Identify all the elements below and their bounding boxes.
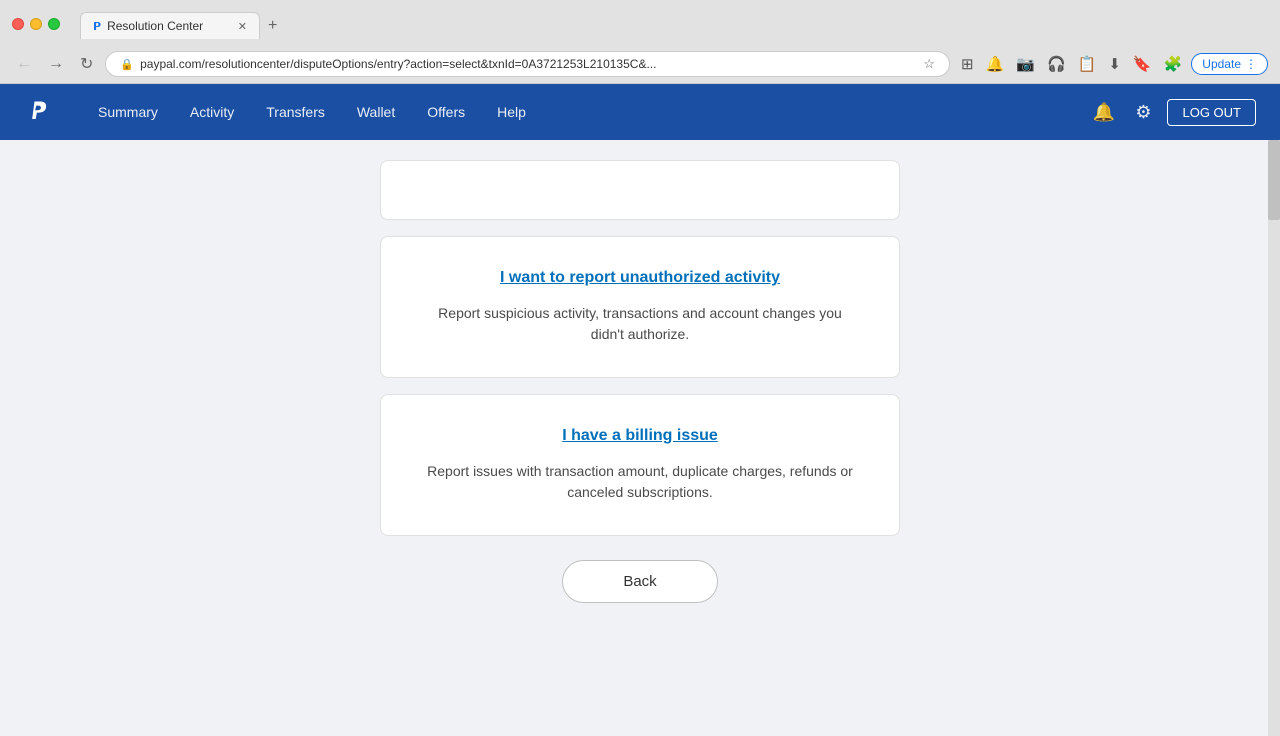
notifications-icon[interactable]: 🔔 [983, 52, 1008, 76]
reload-button[interactable]: ↻ [76, 52, 97, 76]
unauthorized-activity-desc: Report suspicious activity, transactions… [421, 303, 859, 345]
tab-favicon: 𝗣 [93, 20, 101, 33]
nav-wallet[interactable]: Wallet [343, 96, 409, 128]
partial-card[interactable] [380, 160, 900, 220]
update-label: Update [1202, 57, 1241, 71]
toolbar-icons: ⊞ 🔔 📷 🎧 📋 ⬇ 🔖 🧩 Update ⋮ [958, 52, 1268, 76]
forward-nav-button[interactable]: → [44, 53, 68, 75]
main-content: I want to report unauthorized activity R… [0, 140, 1280, 736]
address-bar: ← → ↻ 🔒 paypal.com/resolutioncenter/disp… [0, 47, 1280, 83]
nav-transfers[interactable]: Transfers [252, 96, 339, 128]
update-menu-icon: ⋮ [1245, 57, 1257, 71]
address-input[interactable]: 🔒 paypal.com/resolutioncenter/disputeOpt… [105, 51, 950, 77]
nav-activity[interactable]: Activity [176, 96, 248, 128]
titlebar: 𝗣 Resolution Center ✕ + [0, 0, 1280, 47]
traffic-lights [12, 18, 60, 30]
extensions-puzzle-icon[interactable]: 🧩 [1161, 52, 1186, 76]
download-icon[interactable]: ⬇ [1105, 52, 1124, 76]
nav-actions: 🔔 ⚙ LOG OUT [1089, 98, 1256, 127]
billing-issue-title: I have a billing issue [421, 427, 859, 445]
paypal-logo-icon [24, 98, 52, 126]
tab-bar: 𝗣 Resolution Center ✕ + [68, 8, 1268, 39]
back-nav-button[interactable]: ← [12, 53, 36, 75]
billing-issue-desc: Report issues with transaction amount, d… [421, 461, 859, 503]
notifications-bell-icon[interactable]: 🔔 [1089, 98, 1119, 127]
tab-close-icon[interactable]: ✕ [238, 20, 247, 33]
lock-icon: 🔒 [120, 58, 134, 71]
bookmark-icon[interactable]: ☆ [923, 56, 935, 72]
paypal-navbar: Summary Activity Transfers Wallet Offers… [0, 84, 1280, 140]
camera-icon[interactable]: 📷 [1013, 52, 1038, 76]
logout-button[interactable]: LOG OUT [1167, 99, 1256, 126]
unauthorized-activity-title: I want to report unauthorized activity [421, 269, 859, 287]
billing-issue-card[interactable]: I have a billing issue Report issues wit… [380, 394, 900, 536]
maximize-button[interactable] [48, 18, 60, 30]
tab-title: Resolution Center [107, 19, 203, 33]
new-tab-button[interactable]: + [260, 13, 285, 39]
nav-help[interactable]: Help [483, 96, 540, 128]
nav-summary[interactable]: Summary [84, 96, 172, 128]
scrollbar-thumb[interactable] [1268, 140, 1280, 220]
browser-chrome: 𝗣 Resolution Center ✕ + ← → ↻ 🔒 paypal.c… [0, 0, 1280, 84]
active-tab[interactable]: 𝗣 Resolution Center ✕ [80, 12, 260, 39]
url-text: paypal.com/resolutioncenter/disputeOptio… [140, 57, 917, 71]
unauthorized-activity-card[interactable]: I want to report unauthorized activity R… [380, 236, 900, 378]
nav-links: Summary Activity Transfers Wallet Offers… [84, 96, 1089, 128]
minimize-button[interactable] [30, 18, 42, 30]
scrollbar-track[interactable] [1268, 140, 1280, 736]
reading-list-icon[interactable]: 📋 [1075, 52, 1100, 76]
bookmark-manager-icon[interactable]: 🔖 [1130, 52, 1155, 76]
paypal-logo[interactable] [24, 98, 52, 126]
extensions-icon[interactable]: ⊞ [958, 52, 977, 76]
update-button[interactable]: Update ⋮ [1191, 53, 1268, 75]
back-button[interactable]: Back [562, 560, 717, 603]
close-button[interactable] [12, 18, 24, 30]
settings-gear-icon[interactable]: ⚙ [1131, 98, 1155, 127]
nav-offers[interactable]: Offers [413, 96, 479, 128]
audio-icon[interactable]: 🎧 [1044, 52, 1069, 76]
